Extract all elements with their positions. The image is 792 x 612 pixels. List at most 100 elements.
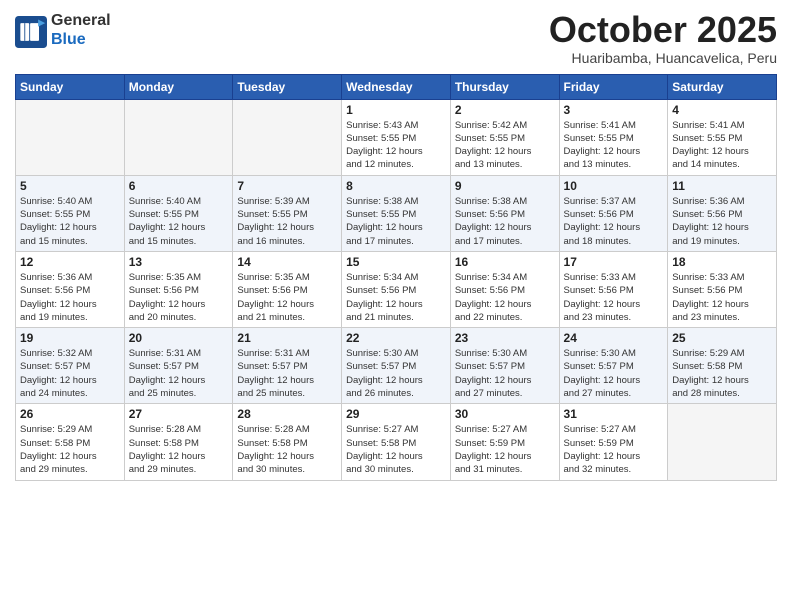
table-row: 12 Sunrise: 5:36 AM Sunset: 5:56 PM Dayli…: [16, 251, 125, 327]
day-number: 29: [346, 407, 446, 421]
table-row: 25 Sunrise: 5:29 AM Sunset: 5:58 PM Dayli…: [668, 328, 777, 404]
day-number: 9: [455, 179, 555, 193]
day-info: Sunrise: 5:35 AM Sunset: 5:56 PM Dayligh…: [129, 271, 229, 324]
logo-icon: [15, 16, 47, 48]
day-number: 13: [129, 255, 229, 269]
table-row: 9Sunrise: 5:38 AM Sunset: 5:56 PM Daylig…: [450, 175, 559, 251]
calendar-week-row: 19 Sunrise: 5:32 AM Sunset: 5:57 PM Dayli…: [16, 328, 777, 404]
day-info: Sunrise: 5:31 AM Sunset: 5:57 PM Dayligh…: [237, 347, 337, 400]
calendar-table: Sunday Monday Tuesday Wednesday Thursday…: [15, 74, 777, 481]
table-row: 26 Sunrise: 5:29 AM Sunset: 5:58 PM Dayli…: [16, 404, 125, 480]
day-number: 1: [346, 103, 446, 117]
table-row: 28 Sunrise: 5:28 AM Sunset: 5:58 PM Dayli…: [233, 404, 342, 480]
calendar-header-row: Sunday Monday Tuesday Wednesday Thursday…: [16, 74, 777, 99]
day-info: Sunrise: 5:37 AM Sunset: 5:56 PM Dayligh…: [564, 195, 664, 248]
day-number: 22: [346, 331, 446, 345]
day-info: Sunrise: 5:40 AM Sunset: 5:55 PM Dayligh…: [129, 195, 229, 248]
day-info: Sunrise: 5:27 AM Sunset: 5:58 PM Dayligh…: [346, 423, 446, 476]
logo-blue-text: Blue: [51, 31, 86, 48]
table-row: 30 Sunrise: 5:27 AM Sunset: 5:59 PM Dayli…: [450, 404, 559, 480]
day-number: 19: [20, 331, 120, 345]
table-row: 27Sunrise: 5:28 AM Sunset: 5:58 PM Dayli…: [124, 404, 233, 480]
day-number: 26: [20, 407, 120, 421]
col-saturday: Saturday: [668, 74, 777, 99]
page: General Blue October 2025 Huaribamba, Hu…: [0, 0, 792, 612]
day-info: Sunrise: 5:30 AM Sunset: 5:57 PM Dayligh…: [346, 347, 446, 400]
col-friday: Friday: [559, 74, 668, 99]
day-number: 12: [20, 255, 120, 269]
month-title: October 2025: [549, 10, 777, 50]
table-row: 18Sunrise: 5:33 AM Sunset: 5:56 PM Dayli…: [668, 251, 777, 327]
calendar-week-row: 26 Sunrise: 5:29 AM Sunset: 5:58 PM Dayli…: [16, 404, 777, 480]
day-number: 10: [564, 179, 664, 193]
table-row: 13 Sunrise: 5:35 AM Sunset: 5:56 PM Dayli…: [124, 251, 233, 327]
day-info: Sunrise: 5:41 AM Sunset: 5:55 PM Dayligh…: [564, 119, 664, 172]
col-thursday: Thursday: [450, 74, 559, 99]
calendar-week-row: 1 Sunrise: 5:43 AM Sunset: 5:55 PM Daylig…: [16, 99, 777, 175]
day-number: 6: [129, 179, 229, 193]
day-info: Sunrise: 5:40 AM Sunset: 5:55 PM Dayligh…: [20, 195, 120, 248]
day-info: Sunrise: 5:30 AM Sunset: 5:57 PM Dayligh…: [455, 347, 555, 400]
table-row: 11Sunrise: 5:36 AM Sunset: 5:56 PM Dayli…: [668, 175, 777, 251]
day-info: Sunrise: 5:36 AM Sunset: 5:56 PM Dayligh…: [20, 271, 120, 324]
day-info: Sunrise: 5:39 AM Sunset: 5:55 PM Dayligh…: [237, 195, 337, 248]
table-row: 8Sunrise: 5:38 AM Sunset: 5:55 PM Daylig…: [342, 175, 451, 251]
logo-general-text: General: [51, 12, 111, 29]
day-info: Sunrise: 5:41 AM Sunset: 5:55 PM Dayligh…: [672, 119, 772, 172]
table-row: [233, 99, 342, 175]
day-info: Sunrise: 5:29 AM Sunset: 5:58 PM Dayligh…: [672, 347, 772, 400]
day-number: 31: [564, 407, 664, 421]
day-info: Sunrise: 5:33 AM Sunset: 5:56 PM Dayligh…: [672, 271, 772, 324]
day-number: 30: [455, 407, 555, 421]
table-row: 5 Sunrise: 5:40 AM Sunset: 5:55 PM Daylig…: [16, 175, 125, 251]
day-number: 28: [237, 407, 337, 421]
day-number: 23: [455, 331, 555, 345]
table-row: 24Sunrise: 5:30 AM Sunset: 5:57 PM Dayli…: [559, 328, 668, 404]
table-row: 22 Sunrise: 5:30 AM Sunset: 5:57 PM Dayli…: [342, 328, 451, 404]
day-info: Sunrise: 5:28 AM Sunset: 5:58 PM Dayligh…: [237, 423, 337, 476]
day-info: Sunrise: 5:33 AM Sunset: 5:56 PM Dayligh…: [564, 271, 664, 324]
day-info: Sunrise: 5:27 AM Sunset: 5:59 PM Dayligh…: [564, 423, 664, 476]
table-row: 23 Sunrise: 5:30 AM Sunset: 5:57 PM Dayli…: [450, 328, 559, 404]
day-number: 14: [237, 255, 337, 269]
calendar-week-row: 5 Sunrise: 5:40 AM Sunset: 5:55 PM Daylig…: [16, 175, 777, 251]
day-info: Sunrise: 5:32 AM Sunset: 5:57 PM Dayligh…: [20, 347, 120, 400]
day-info: Sunrise: 5:27 AM Sunset: 5:59 PM Dayligh…: [455, 423, 555, 476]
day-number: 7: [237, 179, 337, 193]
header: General Blue October 2025 Huaribamba, Hu…: [15, 10, 777, 66]
day-number: 4: [672, 103, 772, 117]
col-wednesday: Wednesday: [342, 74, 451, 99]
table-row: [668, 404, 777, 480]
table-row: 21Sunrise: 5:31 AM Sunset: 5:57 PM Dayli…: [233, 328, 342, 404]
table-row: 7 Sunrise: 5:39 AM Sunset: 5:55 PM Daylig…: [233, 175, 342, 251]
day-number: 3: [564, 103, 664, 117]
day-number: 8: [346, 179, 446, 193]
table-row: 15Sunrise: 5:34 AM Sunset: 5:56 PM Dayli…: [342, 251, 451, 327]
day-number: 25: [672, 331, 772, 345]
day-info: Sunrise: 5:34 AM Sunset: 5:56 PM Dayligh…: [455, 271, 555, 324]
location: Huaribamba, Huancavelica, Peru: [549, 50, 777, 66]
day-info: Sunrise: 5:35 AM Sunset: 5:56 PM Dayligh…: [237, 271, 337, 324]
col-monday: Monday: [124, 74, 233, 99]
table-row: 10 Sunrise: 5:37 AM Sunset: 5:56 PM Dayli…: [559, 175, 668, 251]
table-row: 6 Sunrise: 5:40 AM Sunset: 5:55 PM Daylig…: [124, 175, 233, 251]
col-tuesday: Tuesday: [233, 74, 342, 99]
title-block: October 2025 Huaribamba, Huancavelica, P…: [549, 10, 777, 66]
table-row: 17Sunrise: 5:33 AM Sunset: 5:56 PM Dayli…: [559, 251, 668, 327]
logo-text: General Blue: [51, 10, 111, 48]
table-row: [124, 99, 233, 175]
table-row: 29 Sunrise: 5:27 AM Sunset: 5:58 PM Dayli…: [342, 404, 451, 480]
day-info: Sunrise: 5:29 AM Sunset: 5:58 PM Dayligh…: [20, 423, 120, 476]
day-number: 27: [129, 407, 229, 421]
table-row: [16, 99, 125, 175]
day-number: 5: [20, 179, 120, 193]
calendar-week-row: 12 Sunrise: 5:36 AM Sunset: 5:56 PM Dayli…: [16, 251, 777, 327]
table-row: 4 Sunrise: 5:41 AM Sunset: 5:55 PM Daylig…: [668, 99, 777, 175]
day-number: 24: [564, 331, 664, 345]
table-row: 16Sunrise: 5:34 AM Sunset: 5:56 PM Dayli…: [450, 251, 559, 327]
day-number: 2: [455, 103, 555, 117]
table-row: 1 Sunrise: 5:43 AM Sunset: 5:55 PM Daylig…: [342, 99, 451, 175]
col-sunday: Sunday: [16, 74, 125, 99]
day-info: Sunrise: 5:42 AM Sunset: 5:55 PM Dayligh…: [455, 119, 555, 172]
day-info: Sunrise: 5:43 AM Sunset: 5:55 PM Dayligh…: [346, 119, 446, 172]
